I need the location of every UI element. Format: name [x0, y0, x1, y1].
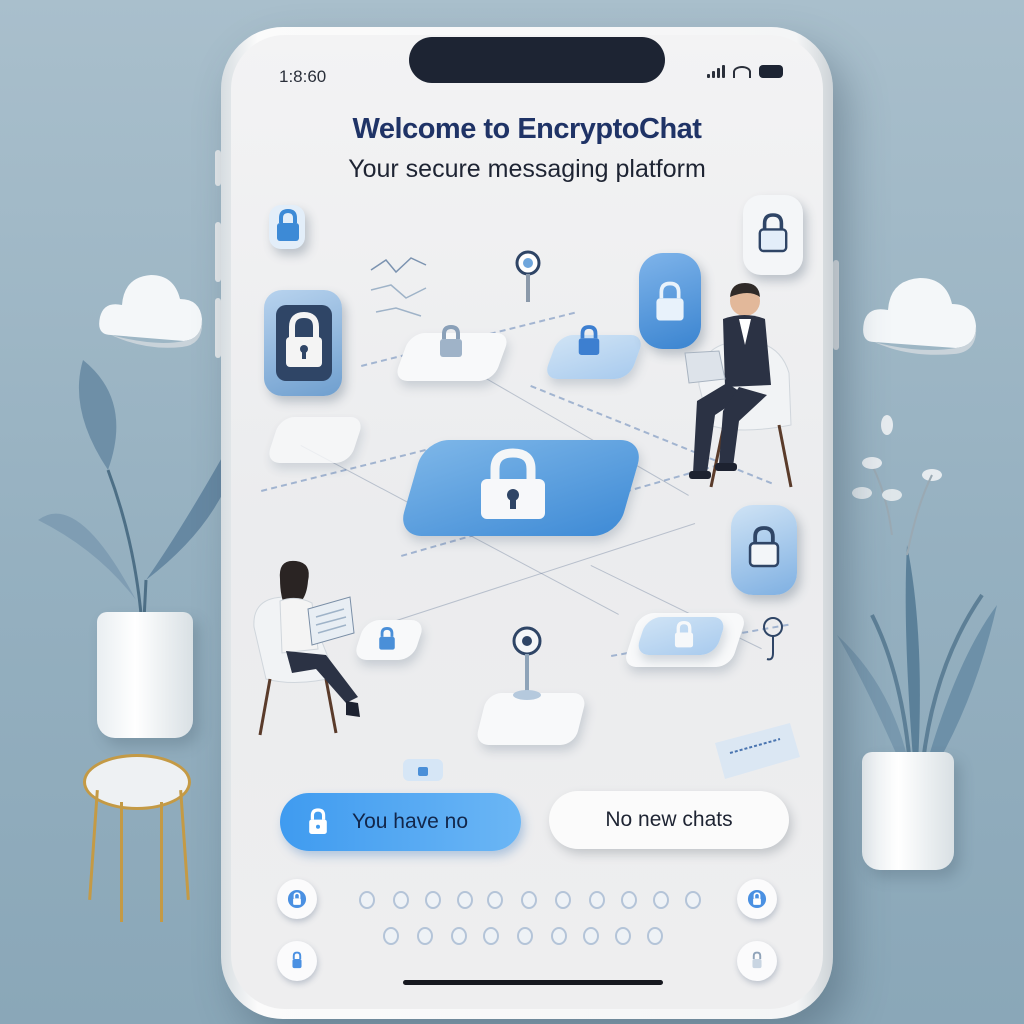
no-new-chats-label: No new chats: [605, 808, 733, 831]
page-dot[interactable]: [647, 927, 663, 945]
plant-pot-left: [97, 612, 193, 738]
cloud-right-decor: [863, 278, 977, 355]
page-dot[interactable]: [653, 891, 669, 909]
phone-frame: 1:8:60 Welcome to EncryptoChat Your secu…: [221, 27, 833, 1019]
cloud-left-decor: [99, 275, 203, 348]
plant-right-decor: [837, 415, 997, 795]
page-dot[interactable]: [451, 927, 467, 945]
you-have-no-label: You have no: [352, 810, 469, 833]
plant-left-decor: [38, 360, 243, 640]
battery-icon: [759, 65, 783, 78]
page-dot[interactable]: [589, 891, 605, 909]
page-dot[interactable]: [487, 891, 503, 909]
lock-icon: [440, 325, 462, 357]
lock-icon: [748, 526, 780, 568]
lock-icon: [674, 621, 694, 648]
side-table-leg: [88, 790, 99, 900]
bottom-nav-lock-left-2[interactable]: [277, 941, 317, 981]
bottom-nav-lock-right-2[interactable]: [737, 941, 777, 981]
lock-icon: [292, 951, 302, 969]
security-illustration: [231, 185, 823, 781]
no-new-chats-button[interactable]: No new chats: [549, 791, 789, 849]
page-dot[interactable]: [425, 891, 441, 909]
key-icon: [515, 250, 541, 302]
woman-with-laptop-illustration: [253, 560, 360, 736]
page-dot[interactable]: [621, 891, 637, 909]
you-have-no-button[interactable]: You have no: [280, 793, 521, 851]
page-title: Welcome to EncryptoChat: [352, 113, 702, 145]
bottom-nav-lock-right[interactable]: [737, 879, 777, 919]
data-scribble-decor: [370, 257, 427, 317]
page-dot[interactable]: [417, 927, 433, 945]
signal-icon: [707, 65, 725, 78]
wifi-icon: [733, 65, 751, 78]
lock-icon: [379, 627, 395, 650]
page-dot[interactable]: [551, 927, 567, 945]
page-dot[interactable]: [383, 927, 399, 945]
page-dot[interactable]: [359, 891, 375, 909]
lock-icon: [747, 889, 767, 909]
blank-tile: [265, 417, 365, 463]
lock-icon: [752, 951, 762, 969]
lock-icon: [403, 759, 443, 781]
page-dot[interactable]: [393, 891, 409, 909]
page-dot[interactable]: [483, 927, 499, 945]
lock-icon: [287, 889, 307, 909]
lock-icon: [277, 209, 299, 241]
status-icons: [707, 65, 783, 78]
tag-decor: [715, 723, 800, 779]
page-dot[interactable]: [555, 891, 571, 909]
page-dot[interactable]: [517, 927, 533, 945]
home-indicator[interactable]: [403, 980, 663, 985]
phone-side-button: [833, 260, 839, 350]
pagination-dots-row: [383, 927, 703, 947]
status-time: 1:8:60: [279, 67, 327, 86]
network-line: [381, 523, 696, 626]
lock-icon: [309, 808, 327, 834]
page-dot[interactable]: [521, 891, 537, 909]
phone-screen: 1:8:60 Welcome to EncryptoChat Your secu…: [231, 35, 823, 1009]
page-dot[interactable]: [457, 891, 473, 909]
man-with-laptop-illustration: [684, 283, 793, 488]
side-table-leg: [160, 802, 163, 922]
side-table-leg: [120, 802, 123, 922]
plant-pot-right: [862, 752, 954, 870]
hook-decor: [763, 617, 783, 661]
lock-icon: [481, 448, 545, 519]
key-icon: [512, 626, 542, 700]
lock-icon: [578, 325, 600, 355]
page-dot[interactable]: [583, 927, 599, 945]
page-subtitle: Your secure messaging platform: [348, 155, 706, 183]
lock-icon: [758, 213, 788, 253]
dynamic-island: [409, 37, 665, 83]
side-table-leg: [179, 790, 190, 900]
bottom-nav-lock-left[interactable]: [277, 879, 317, 919]
page-dot[interactable]: [615, 927, 631, 945]
lock-icon: [276, 305, 332, 381]
pagination-dots-row: [359, 891, 719, 911]
side-table-decor: [83, 754, 191, 810]
page-dot[interactable]: [685, 891, 701, 909]
